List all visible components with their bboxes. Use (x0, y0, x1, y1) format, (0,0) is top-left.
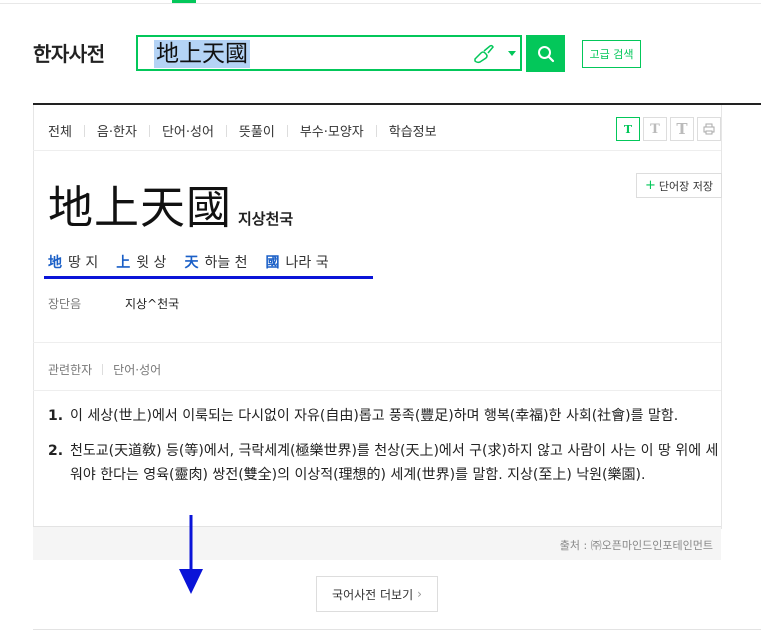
search-icon (537, 45, 554, 62)
entry-reading: 지상천국 (238, 210, 294, 228)
tab-separator (375, 124, 377, 137)
entry-headword: 地上天國 (48, 181, 233, 234)
font-size-medium-button[interactable]: T (643, 117, 667, 141)
tab-radical-shape[interactable]: 부수·모양자 (300, 121, 364, 140)
bottom-divider (33, 629, 761, 630)
character-meaning: 윗 상 (136, 255, 167, 271)
more-dictionary-button[interactable]: 국어사전 더보기 › (316, 576, 438, 612)
character-hanja[interactable]: 國 (266, 255, 280, 271)
header-divider (33, 103, 761, 105)
character-item[interactable]: 上윗 상 (116, 252, 166, 272)
search-input[interactable]: 地上天國 (136, 35, 522, 71)
character-meaning: 하늘 천 (204, 255, 248, 271)
tab-separator (225, 124, 227, 137)
tab-sound-hanja[interactable]: 음·한자 (97, 121, 137, 140)
character-meaning: 땅 지 (68, 255, 99, 271)
definition-number: 1. (48, 408, 64, 424)
character-item[interactable]: 國 나라 국 (266, 252, 329, 272)
tab-related-words[interactable]: 단어·성어 (113, 361, 161, 378)
divider (33, 342, 721, 343)
tab-all[interactable]: 전체 (48, 121, 72, 140)
font-size-large-button[interactable]: T (670, 117, 694, 141)
definition-text: 천도교(天道敎) 등(等)에서, 극락세계(極樂世界)를 천상(天上)에서 구(… (70, 443, 719, 483)
annotation-arrow-icon (179, 515, 203, 594)
tab-separator (148, 124, 150, 137)
vowel-length-value: 지상^천국 (125, 297, 180, 311)
tab-separator (286, 124, 288, 137)
print-button[interactable] (697, 117, 721, 141)
more-dictionary-label: 국어사전 더보기 (332, 587, 414, 602)
character-breakdown: 地 땅 지 上 윗 상 天 하늘 천 國 나라 국 (48, 252, 347, 272)
character-hanja[interactable]: 天 (184, 255, 198, 271)
search-input-value[interactable]: 地上天國 (154, 40, 250, 68)
active-tab-indicator (172, 0, 196, 3)
vowel-length-label: 장단음 (48, 297, 82, 311)
search-button[interactable] (526, 35, 565, 72)
font-size-controls: T T T (613, 117, 721, 141)
save-to-wordbook-label: 단어장 저장 (658, 179, 713, 193)
character-item[interactable]: 地땅 지 (48, 252, 98, 272)
tab-separator (83, 124, 85, 137)
tab-learning-info[interactable]: 학습정보 (389, 121, 437, 140)
tab-words-idioms[interactable]: 단어·성어 (162, 121, 214, 140)
card-border-left (33, 105, 34, 529)
definition-number: 2. (48, 443, 64, 459)
chevron-right-icon: › (417, 587, 422, 601)
save-to-wordbook-button[interactable]: + 단어장 저장 (636, 173, 722, 198)
divider (33, 390, 721, 391)
category-tabs: 전체 음·한자 단어·성어 뜻풀이 부수·모양자 학습정보 (48, 121, 437, 140)
annotation-underline (44, 276, 373, 279)
character-hanja[interactable]: 上 (116, 255, 130, 271)
font-size-small-button[interactable]: T (616, 117, 640, 141)
source-bar: 출처 : ㈜오픈마인드인포테인먼트 (33, 527, 721, 560)
definition-item: 1. 이 세상(世上)에서 이룩되는 다시없이 자유(自由)롭고 풍족(豐足)하… (48, 404, 723, 428)
chevron-down-icon[interactable] (508, 51, 516, 56)
handwriting-icon[interactable] (472, 44, 496, 64)
tab-separator (102, 364, 104, 375)
print-icon (703, 123, 715, 135)
character-meaning: 나라 국 (285, 255, 329, 271)
advanced-search-button[interactable]: 고급 검색 (582, 40, 641, 68)
tab-meaning[interactable]: 뜻풀이 (239, 121, 275, 140)
character-item[interactable]: 天 하늘 천 (184, 252, 247, 272)
related-tabs: 관련한자 단어·성어 (48, 361, 161, 378)
definition-text: 이 세상(世上)에서 이룩되는 다시없이 자유(自由)롭고 풍족(豐足)하며 행… (70, 408, 679, 424)
character-hanja[interactable]: 地 (48, 255, 62, 271)
plus-icon: + (644, 178, 656, 193)
definition-list: 1. 이 세상(世上)에서 이룩되는 다시없이 자유(自由)롭고 풍족(豐足)하… (48, 404, 723, 498)
divider (33, 150, 721, 151)
definition-item: 2. 천도교(天道敎) 등(等)에서, 극락세계(極樂世界)를 천상(天上)에서… (48, 439, 723, 487)
top-divider (0, 3, 761, 4)
source-credit[interactable]: 출처 : ㈜오픈마인드인포테인먼트 (560, 537, 713, 553)
tab-related-hanja[interactable]: 관련한자 (48, 361, 92, 378)
app-title[interactable]: 한자사전 (33, 38, 105, 67)
